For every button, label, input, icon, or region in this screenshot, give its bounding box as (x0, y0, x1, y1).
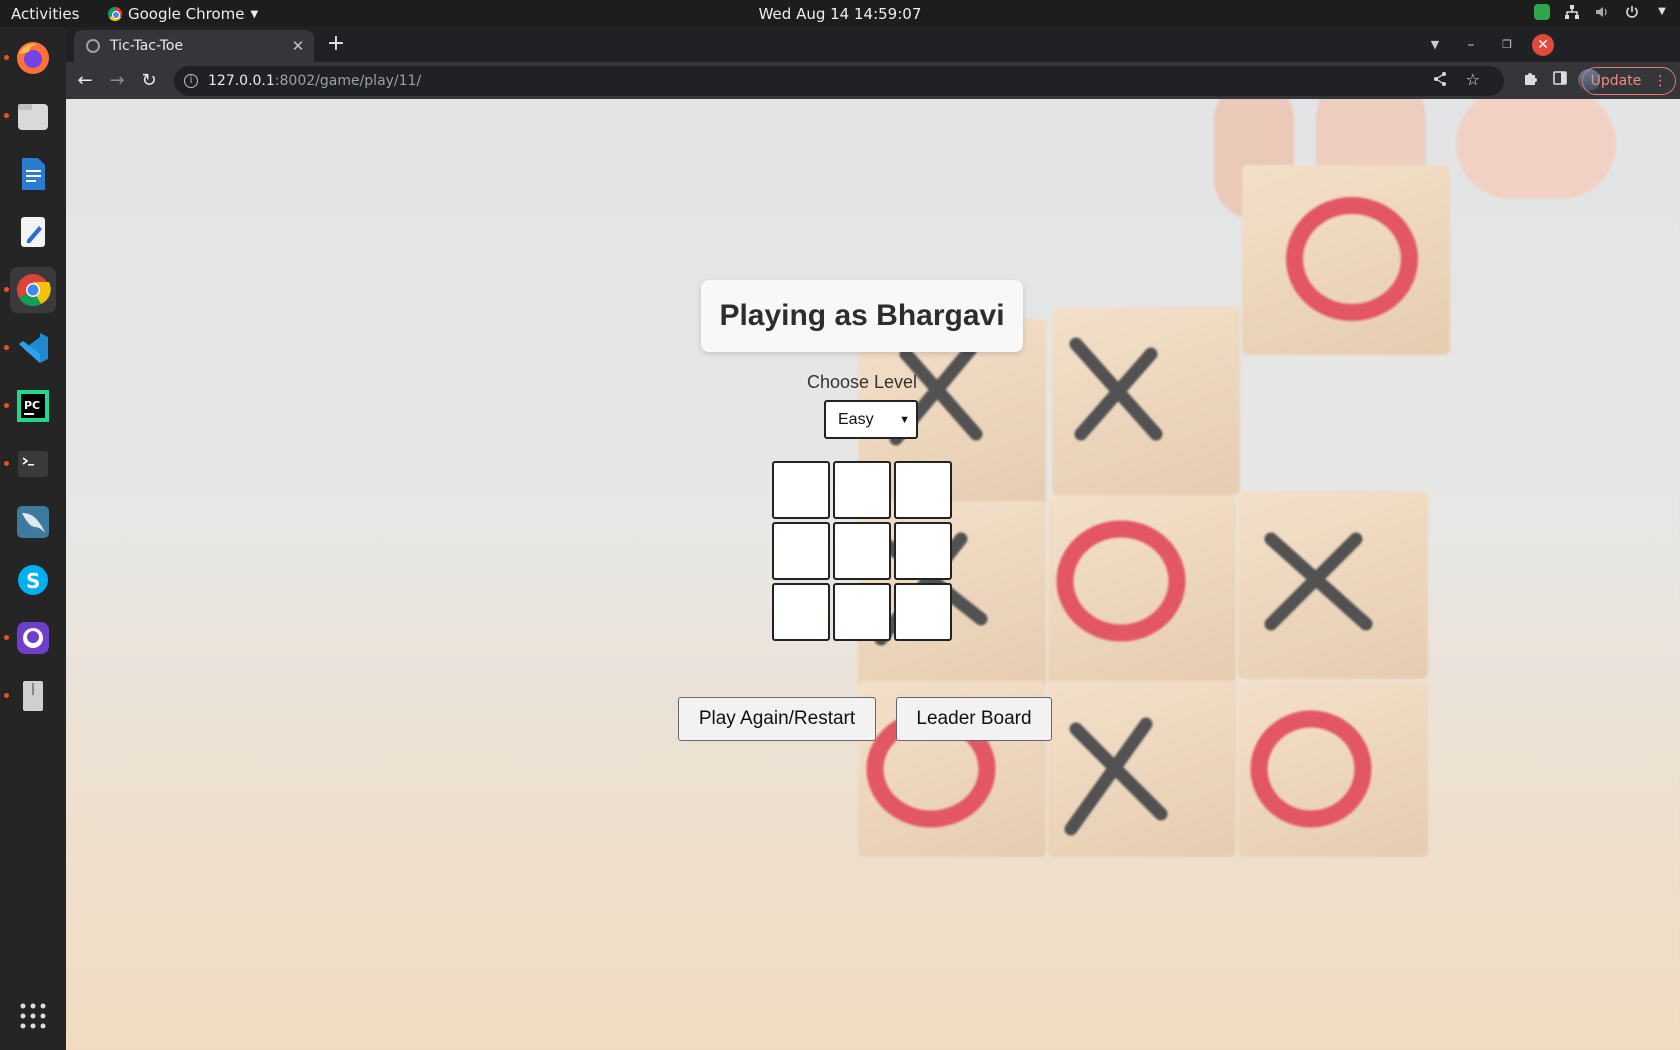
board-cell[interactable] (894, 461, 952, 519)
app-menu[interactable]: Google Chrome ▼ (108, 5, 258, 23)
running-indicator (4, 55, 9, 60)
extensions-icon[interactable] (1520, 70, 1540, 90)
level-selected-value: Easy (838, 410, 874, 428)
writer-icon (22, 158, 45, 190)
dock-terminal[interactable] (4, 441, 56, 487)
bookmark-star-icon[interactable]: ☆ (1466, 70, 1480, 89)
show-apps-button[interactable] (10, 993, 56, 1039)
dock: PC S (0, 27, 66, 1050)
board-cell[interactable] (894, 583, 952, 641)
dock-writer[interactable] (10, 151, 56, 197)
chrome-icon (17, 274, 51, 307)
board-cell[interactable] (894, 522, 952, 580)
browser-window: Tic-Tac-Toe ✕ + ▼ – ❐ ✕ ← → ↻ i 127.0.0.… (66, 27, 1680, 1050)
app-menu-label: Google Chrome (128, 5, 245, 23)
update-shield-icon[interactable] (1534, 4, 1550, 20)
window-close-button[interactable]: ✕ (1532, 34, 1554, 56)
github-icon (17, 622, 49, 654)
running-indicator (4, 287, 9, 292)
update-label: Update (1590, 73, 1642, 89)
chrome-small-icon (108, 7, 122, 21)
game-board (772, 461, 952, 641)
more-menu-icon: ⋮ (1653, 73, 1668, 89)
back-button[interactable]: ← (70, 67, 100, 95)
page-title: Playing as Bhargavi (719, 299, 1005, 332)
leaderboard-button[interactable]: Leader Board (896, 697, 1052, 741)
level-label: Choose Level (806, 372, 918, 392)
tab-title: Tic-Tac-Toe (110, 38, 184, 54)
reload-button[interactable]: ↻ (134, 67, 164, 95)
globe-icon (86, 39, 100, 53)
url-text: 127.0.0.1:8002/game/play/11/ (208, 73, 422, 89)
system-top-bar: Activities Google Chrome ▼ Wed Aug 14 14… (0, 0, 1680, 27)
board-cell[interactable] (772, 583, 830, 641)
dock-github[interactable] (4, 615, 56, 661)
side-panel-icon[interactable] (1550, 70, 1570, 90)
pycharm-icon: PC (17, 390, 49, 422)
dock-archive[interactable] (4, 673, 56, 719)
terminal-icon (18, 451, 48, 477)
dock-chrome[interactable] (4, 267, 56, 313)
text-editor-icon (21, 217, 45, 247)
level-select[interactable]: Easy ▼ (824, 400, 918, 439)
board-cell[interactable] (772, 461, 830, 519)
address-bar[interactable]: i 127.0.0.1:8002/game/play/11/ ☆ (174, 66, 1504, 96)
running-indicator (4, 461, 9, 466)
board-cell[interactable] (772, 522, 830, 580)
maximize-button[interactable]: ❐ (1496, 34, 1518, 56)
chevron-down-icon: ▼ (250, 8, 259, 20)
running-indicator (4, 345, 9, 350)
close-icon[interactable]: ✕ (288, 37, 308, 55)
firefox-icon (17, 42, 49, 74)
board-cell[interactable] (833, 461, 891, 519)
running-indicator (4, 113, 9, 118)
running-indicator (4, 403, 9, 408)
page-viewport: Playing as Bhargavi Choose Level Easy ▼ … (66, 99, 1680, 1050)
tab-tic-tac-toe[interactable]: Tic-Tac-Toe ✕ (74, 30, 314, 62)
board-cell[interactable] (833, 583, 891, 641)
running-indicator (4, 635, 9, 640)
vscode-icon (19, 333, 48, 363)
dock-vscode[interactable] (4, 325, 56, 371)
activities-button[interactable]: Activities (11, 5, 79, 23)
dock-files[interactable] (4, 93, 56, 139)
share-icon[interactable] (1432, 71, 1448, 91)
dock-mysql-workbench[interactable] (10, 499, 56, 545)
app-grid-icon (20, 1003, 46, 1029)
tab-search-icon[interactable]: ▼ (1424, 34, 1446, 56)
power-icon[interactable] (1624, 4, 1640, 20)
browser-toolbar: ← → ↻ i 127.0.0.1:8002/game/play/11/ ☆ U… (66, 62, 1680, 99)
chevron-down-icon[interactable]: ▼ (1654, 4, 1670, 20)
site-info-icon[interactable]: i (184, 74, 198, 88)
update-button[interactable]: Update ⋮ (1582, 67, 1676, 95)
volume-icon[interactable] (1594, 4, 1610, 20)
chevron-down-icon: ▼ (899, 414, 910, 426)
svg-text:PC: PC (24, 399, 40, 412)
skype-icon: S (18, 565, 48, 595)
tab-strip: Tic-Tac-Toe ✕ + ▼ – ❐ ✕ (66, 27, 1680, 62)
dock-pycharm[interactable]: PC (4, 383, 56, 429)
dock-text-editor[interactable] (10, 209, 56, 255)
files-icon (18, 104, 48, 130)
system-tray[interactable]: ▼ (1534, 4, 1670, 20)
dock-firefox[interactable] (4, 35, 56, 81)
restart-button[interactable]: Play Again/Restart (678, 697, 876, 741)
svg-text:S: S (26, 569, 40, 593)
mysql-workbench-icon (17, 506, 49, 538)
dock-skype[interactable]: S (10, 557, 56, 603)
archive-icon (23, 681, 43, 711)
network-icon[interactable] (1564, 4, 1580, 20)
forward-button[interactable]: → (102, 67, 132, 95)
new-tab-button[interactable]: + (324, 33, 348, 57)
board-cell[interactable] (833, 522, 891, 580)
minimize-button[interactable]: – (1460, 34, 1482, 56)
player-title-card: Playing as Bhargavi (701, 280, 1023, 352)
running-indicator (4, 693, 9, 698)
